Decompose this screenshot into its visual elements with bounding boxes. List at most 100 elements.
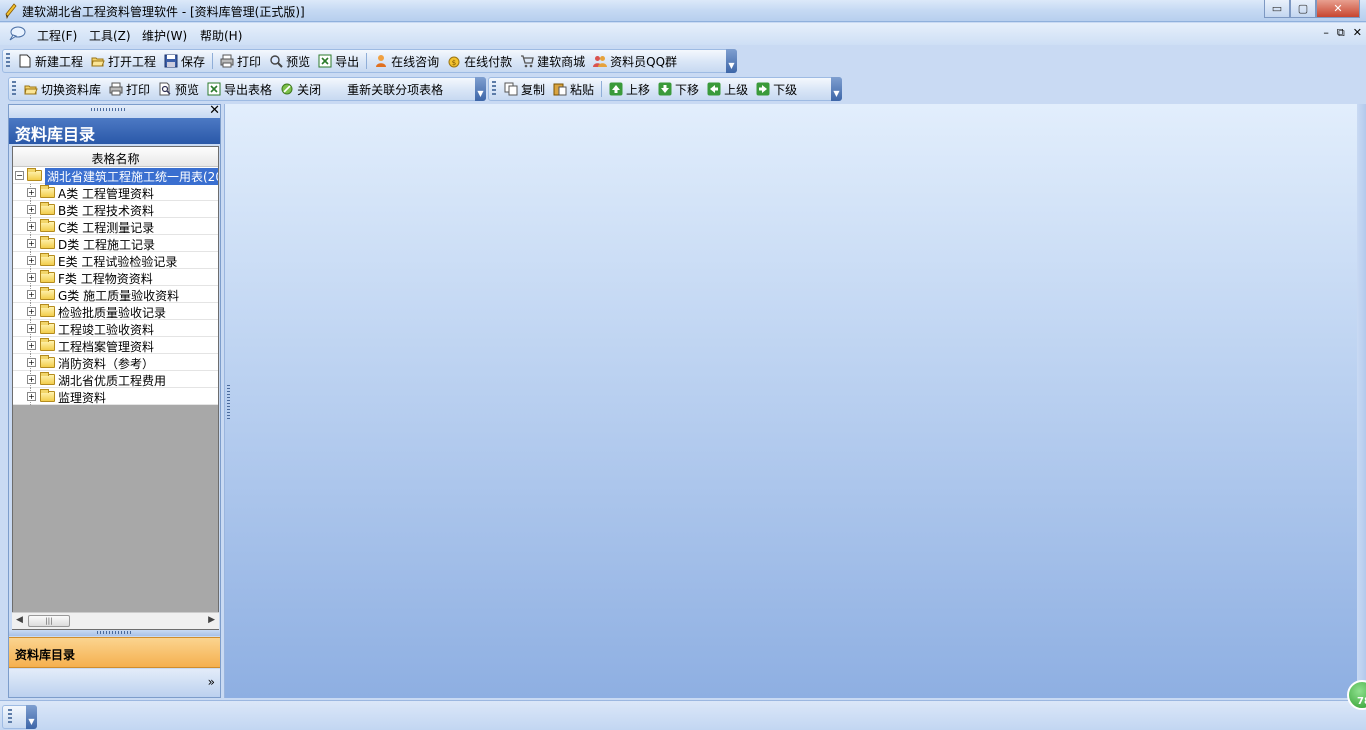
expand-icon[interactable]: + bbox=[27, 375, 36, 384]
tree-node[interactable]: + D类 工程施工记录 bbox=[13, 235, 218, 252]
relink-button[interactable]: 重新关联分项表格 bbox=[343, 79, 447, 99]
tree-root-label: 湖北省建筑工程施工统一用表(20 bbox=[45, 168, 218, 185]
window-title: 建软湖北省工程资料管理软件 - [资料库管理(正式版)] bbox=[22, 5, 305, 19]
menu-tools[interactable]: 工具(Z) bbox=[89, 27, 131, 44]
toolbar-grip[interactable] bbox=[12, 81, 16, 97]
folder-icon bbox=[40, 372, 55, 385]
expand-icon[interactable]: + bbox=[27, 307, 36, 316]
paste-button[interactable]: 粘贴 bbox=[549, 79, 598, 99]
expand-icon[interactable]: + bbox=[27, 392, 36, 401]
export-table-button[interactable]: 导出表格 bbox=[203, 79, 276, 99]
edit-toolbar: 复制 粘贴 上移 下移 上级 下级 ▼ bbox=[488, 77, 842, 101]
close-library-button[interactable]: 关闭 bbox=[276, 79, 325, 99]
tree-node-label: 工程竣工验收资料 bbox=[58, 323, 155, 337]
print-button[interactable]: 打印 bbox=[216, 51, 265, 71]
preview-table-button[interactable]: 预览 bbox=[154, 79, 203, 99]
online-consult-button[interactable]: 在线咨询 bbox=[370, 51, 443, 71]
expand-icon[interactable]: + bbox=[27, 324, 36, 333]
save-button[interactable]: 保存 bbox=[160, 51, 209, 71]
mdi-restore-button[interactable]: ⧉ bbox=[1337, 26, 1345, 40]
mdi-close-button[interactable]: ✕ bbox=[1353, 26, 1362, 40]
tree-root-node[interactable]: − 湖北省建筑工程施工统一用表(20 bbox=[13, 167, 218, 185]
tree-column-header[interactable]: 表格名称 bbox=[13, 147, 218, 167]
move-down-button[interactable]: 下移 bbox=[654, 79, 703, 99]
expand-icon[interactable]: + bbox=[27, 188, 36, 197]
expand-icon[interactable]: + bbox=[27, 205, 36, 214]
copy-button[interactable]: 复制 bbox=[500, 79, 549, 99]
level-up-button[interactable]: 上级 bbox=[703, 79, 752, 99]
expand-icon[interactable]: + bbox=[27, 256, 36, 265]
more-tabs-button[interactable]: » bbox=[208, 675, 215, 689]
mdi-controls: – ⧉ ✕ bbox=[1323, 26, 1362, 40]
expand-icon[interactable]: + bbox=[27, 290, 36, 299]
tree-node[interactable]: + A类 工程管理资料 bbox=[13, 184, 218, 201]
new-project-label: 新建工程 bbox=[35, 54, 84, 69]
scroll-left-arrow[interactable]: ◀ bbox=[16, 615, 23, 625]
export-button[interactable]: 导出 bbox=[314, 51, 363, 71]
tree-node[interactable]: + 消防资料（参考） bbox=[13, 354, 218, 371]
panel-close-button[interactable]: ✕ bbox=[209, 103, 220, 118]
preview-button[interactable]: 预览 bbox=[265, 51, 314, 71]
print-table-label: 打印 bbox=[126, 82, 151, 97]
arrow-down-icon bbox=[658, 82, 672, 96]
toolbar-overflow-button[interactable]: ▼ bbox=[831, 77, 842, 101]
toolbar-grip[interactable] bbox=[8, 709, 12, 725]
tree-node[interactable]: + E类 工程试验检验记录 bbox=[13, 252, 218, 269]
toolbar-grip[interactable] bbox=[6, 53, 10, 69]
collapse-icon[interactable]: − bbox=[15, 171, 24, 180]
minimize-button[interactable]: ▭ bbox=[1264, 0, 1290, 18]
close-button[interactable]: ✕ bbox=[1316, 0, 1360, 18]
tree-node-label: A类 工程管理资料 bbox=[58, 187, 155, 201]
expand-icon[interactable]: + bbox=[27, 273, 36, 282]
mall-button[interactable]: 建软商城 bbox=[516, 51, 589, 71]
tree-node[interactable]: + 监理资料 bbox=[13, 388, 218, 405]
workspace-area bbox=[224, 104, 1357, 698]
copy-label: 复制 bbox=[521, 82, 546, 97]
mdi-minimize-button[interactable]: – bbox=[1323, 26, 1329, 40]
scroll-thumb[interactable]: ||| bbox=[28, 615, 70, 627]
menu-project[interactable]: 工程(F) bbox=[37, 27, 77, 44]
printer-icon bbox=[220, 54, 234, 68]
preview-table-label: 预览 bbox=[175, 82, 200, 97]
tree-node-label: E类 工程试验检验记录 bbox=[58, 255, 178, 269]
switch-library-button[interactable]: 切换资料库 bbox=[20, 79, 105, 99]
toolbar-overflow-button[interactable]: ▼ bbox=[475, 77, 486, 101]
maximize-button[interactable]: ▢ bbox=[1290, 0, 1316, 18]
expand-icon[interactable]: + bbox=[27, 358, 36, 367]
online-pay-button[interactable]: $ 在线付款 bbox=[443, 51, 516, 71]
tree-node[interactable]: + 检验批质量验收记录 bbox=[13, 303, 218, 320]
page-magnifier-icon bbox=[159, 82, 171, 96]
tree-node[interactable]: + 湖北省优质工程费用 bbox=[13, 371, 218, 388]
panel-tab-library[interactable]: 资料库目录 bbox=[9, 637, 220, 668]
qq-group-button[interactable]: 资料员QQ群 bbox=[589, 51, 681, 71]
folder-icon bbox=[40, 287, 55, 300]
folder-icon bbox=[40, 304, 55, 317]
tree-node[interactable]: + 工程档案管理资料 bbox=[13, 337, 218, 354]
expand-icon[interactable]: + bbox=[27, 341, 36, 350]
tree-node[interactable]: + C类 工程测量记录 bbox=[13, 218, 218, 235]
toolbar-overflow-button[interactable]: ▼ bbox=[26, 705, 37, 729]
printer-icon bbox=[109, 82, 123, 96]
toolbar-overflow-button[interactable]: ▼ bbox=[726, 49, 737, 73]
new-project-button[interactable]: 新建工程 bbox=[14, 51, 87, 71]
level-down-button[interactable]: 下级 bbox=[752, 79, 801, 99]
menu-help[interactable]: 帮助(H) bbox=[200, 27, 242, 44]
tree-horizontal-scrollbar[interactable]: ◀ ||| ▶ bbox=[12, 612, 219, 629]
toolbar-grip[interactable] bbox=[492, 81, 496, 97]
workspace-splitter[interactable] bbox=[227, 385, 230, 421]
tree-node[interactable]: + G类 施工质量验收资料 bbox=[13, 286, 218, 303]
shopping-cart-icon bbox=[521, 55, 534, 68]
expand-icon[interactable]: + bbox=[27, 239, 36, 248]
scroll-right-arrow[interactable]: ▶ bbox=[208, 615, 215, 625]
panel-drag-handle[interactable] bbox=[9, 105, 220, 117]
expand-icon[interactable]: + bbox=[27, 222, 36, 231]
panel-splitter[interactable] bbox=[9, 630, 220, 636]
level-up-label: 上级 bbox=[724, 82, 749, 97]
print-table-button[interactable]: 打印 bbox=[105, 79, 154, 99]
tree-node[interactable]: + 工程竣工验收资料 bbox=[13, 320, 218, 337]
menu-maintain[interactable]: 维护(W) bbox=[142, 27, 187, 44]
move-up-button[interactable]: 上移 bbox=[605, 79, 654, 99]
tree-node[interactable]: + F类 工程物资资料 bbox=[13, 269, 218, 286]
tree-node[interactable]: + B类 工程技术资料 bbox=[13, 201, 218, 218]
open-project-button[interactable]: 打开工程 bbox=[87, 51, 160, 71]
